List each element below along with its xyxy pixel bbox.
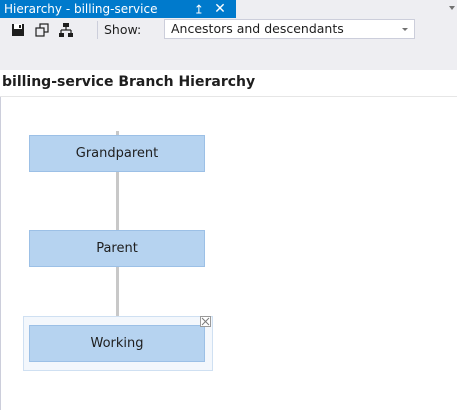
branch-node-label: Parent	[96, 241, 138, 256]
tab-overflow-dropdown-icon[interactable]	[449, 6, 455, 10]
show-dropdown-value: Ancestors and descendants	[171, 21, 344, 36]
tab-hierarchy-billing-service[interactable]: Hierarchy - billing-service ↤ ✕	[0, 0, 236, 18]
hierarchy-layout-icon[interactable]	[58, 22, 74, 38]
connector-line	[116, 172, 119, 230]
page-header: billing-service Branch Hierarchy	[0, 70, 457, 97]
close-node-icon[interactable]	[200, 316, 211, 327]
hierarchy-window: Hierarchy - billing-service ↤ ✕ Show: An…	[0, 0, 457, 410]
chevron-down-icon[interactable]	[402, 28, 408, 31]
close-icon[interactable]: ✕	[212, 0, 228, 18]
show-dropdown[interactable]: Ancestors and descendants	[164, 19, 415, 39]
toolbar: Show: Ancestors and descendants	[0, 18, 457, 42]
show-label: Show:	[104, 22, 142, 37]
branch-node-parent[interactable]: Parent	[29, 230, 205, 267]
pin-icon[interactable]: ↤	[190, 2, 208, 16]
save-icon[interactable]	[10, 22, 26, 38]
copy-icon[interactable]	[34, 22, 50, 38]
tab-title: Hierarchy - billing-service	[4, 2, 158, 16]
branch-node-grandparent[interactable]: Grandparent	[29, 135, 205, 172]
branch-node-label: Working	[90, 336, 144, 351]
toolbar-separator	[97, 21, 98, 39]
document-tab-strip: Hierarchy - billing-service ↤ ✕	[0, 0, 457, 20]
page-title: billing-service Branch Hierarchy	[2, 74, 256, 90]
branch-node-label: Grandparent	[75, 146, 159, 161]
branch-node-working[interactable]: Working	[29, 325, 205, 362]
